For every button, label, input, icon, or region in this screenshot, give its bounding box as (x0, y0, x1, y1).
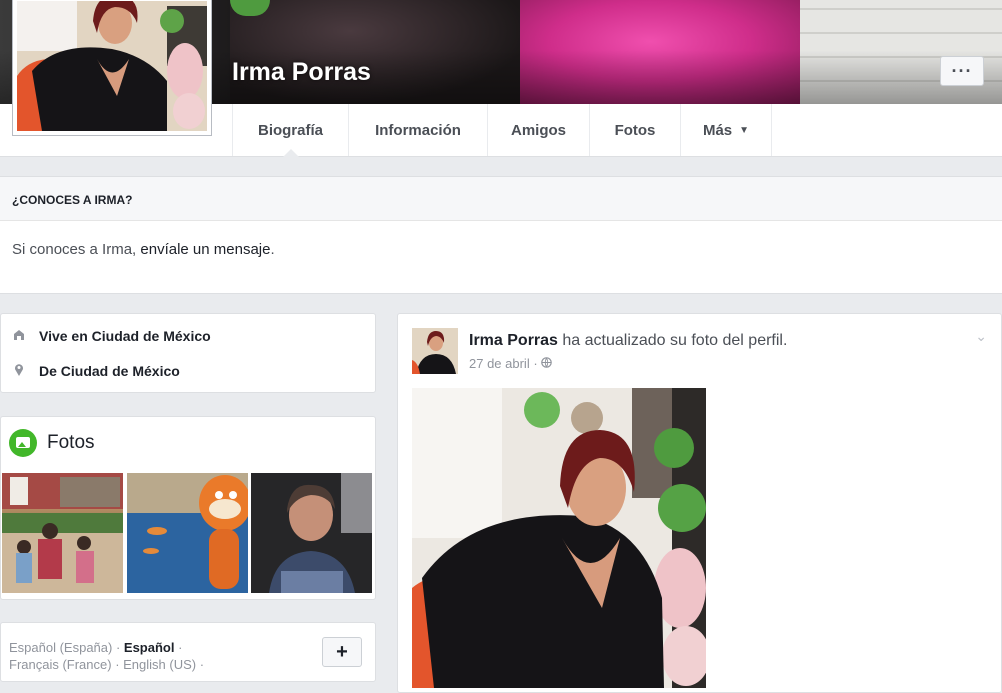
tab-fotos[interactable]: Fotos (589, 104, 680, 156)
post-photo-art (412, 388, 706, 688)
intro-item-label[interactable]: Vive en Ciudad de México (39, 328, 211, 344)
know-body: Si conoces a Irma, envíale un mensaje. (0, 221, 1002, 258)
language-current: Español (123, 640, 175, 655)
thumbnail-art (127, 473, 248, 593)
home-icon (11, 329, 27, 344)
separator: · (529, 356, 542, 371)
profile-tabs: Biografía Información Amigos Fotos Más ▼ (232, 104, 772, 157)
profile-name[interactable]: Irma Porras (232, 58, 371, 87)
language-link[interactable]: Français (France) (9, 657, 112, 672)
caret-down-icon: ▼ (739, 124, 750, 136)
tab-label: Información (375, 121, 461, 139)
profile-photo-art (17, 1, 207, 131)
tab-label: Más (702, 121, 733, 139)
languages-card: Español (España) · Español · Français (F… (0, 622, 376, 682)
tab-informacion[interactable]: Información (348, 104, 487, 156)
post-card: Irma Porras ha actualizado su foto del p… (397, 313, 1002, 693)
add-language-button[interactable]: + (322, 637, 362, 667)
post-header: Irma Porras ha actualizado su foto del p… (469, 332, 787, 350)
photos-title: Fotos (47, 432, 95, 453)
globe-icon[interactable] (541, 356, 553, 371)
know-prefix: Si conoces a Irma, (12, 241, 141, 258)
language-list: Español (España) · Español · Français (F… (9, 639, 309, 673)
photo-thumbnail[interactable] (251, 473, 372, 593)
separator: · (196, 657, 205, 672)
separator: · (112, 640, 124, 655)
know-heading: ¿CONOCES A IRMA? (0, 177, 1002, 221)
tab-label: Amigos (510, 121, 566, 139)
tab-label: Fotos (614, 121, 656, 139)
send-message-link[interactable]: envíale un mensaje (140, 241, 270, 258)
post-author-avatar[interactable] (412, 328, 458, 374)
photo-album-icon (9, 429, 37, 457)
post-photo[interactable] (412, 388, 706, 688)
language-link[interactable]: English (US) (123, 657, 196, 672)
know-person-box: ¿CONOCES A IRMA? Si conoces a Irma, enví… (0, 176, 1002, 294)
post-author-name[interactable]: Irma Porras (469, 332, 558, 349)
more-options-button[interactable]: ··· (940, 56, 984, 86)
intro-item-from: De Ciudad de México (11, 363, 180, 379)
separator: · (174, 640, 183, 655)
tab-label: Biografía (257, 121, 323, 139)
location-pin-icon (11, 363, 27, 379)
intro-card: Vive en Ciudad de México De Ciudad de Mé… (0, 313, 376, 393)
tab-mas[interactable]: Más ▼ (680, 104, 772, 156)
post-date[interactable]: 27 de abril (469, 356, 530, 371)
know-suffix: . (270, 241, 275, 258)
intro-item-lives-in: Vive en Ciudad de México (11, 328, 211, 344)
photo-thumbnail[interactable] (127, 473, 248, 593)
intro-item-label[interactable]: De Ciudad de México (39, 363, 180, 379)
separator: · (111, 657, 124, 672)
photos-card: Fotos (0, 416, 376, 600)
thumbnail-art (2, 473, 123, 593)
post-options-chevron-icon[interactable]: ⌄ (975, 328, 987, 345)
avatar-art (412, 328, 458, 374)
photos-header[interactable]: Fotos (9, 429, 95, 457)
photo-thumbnail[interactable] (2, 473, 123, 593)
tab-amigos[interactable]: Amigos (487, 104, 589, 156)
profile-picture-image (17, 1, 207, 131)
post-action-text: ha actualizado su foto del perfil. (557, 332, 788, 349)
language-link[interactable]: Español (España) (9, 640, 112, 655)
post-meta: 27 de abril · (469, 356, 553, 371)
tab-biografia[interactable]: Biografía (232, 104, 348, 157)
thumbnail-art (251, 473, 372, 593)
profile-picture[interactable] (12, 0, 212, 136)
